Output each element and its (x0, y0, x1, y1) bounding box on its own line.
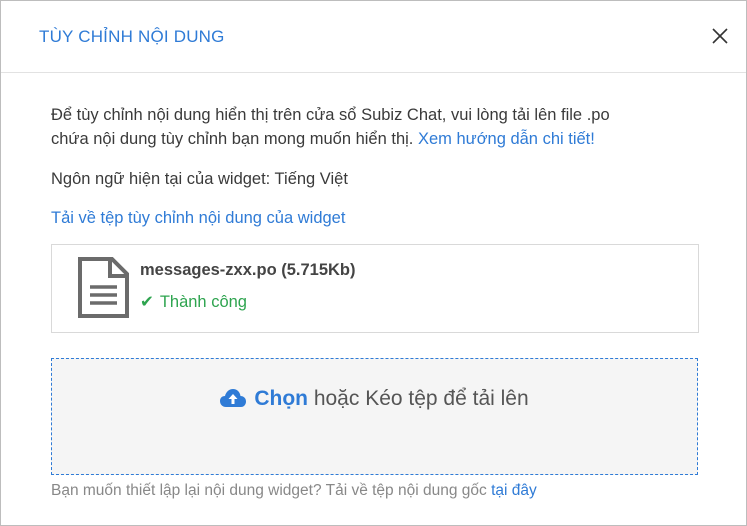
dropzone-prompt: Chọn hoặc Kéo tệp để tải lên (52, 387, 697, 414)
intro-line-2: chứa nội dung tùy chỉnh bạn mong muốn hi… (51, 130, 414, 148)
cloud-upload-icon (220, 388, 247, 414)
checkmark-icon: ✔ (140, 293, 154, 311)
uploaded-file-card: messages-zxx.po (5.715Kb) ✔ Thành công (51, 244, 699, 333)
file-dropzone[interactable]: Chọn hoặc Kéo tệp để tải lên (51, 358, 698, 475)
reset-hint-text: Bạn muốn thiết lập lại nội dung widget? … (51, 482, 487, 499)
file-name: messages-zxx.po (5.715Kb) (140, 261, 356, 279)
guide-link[interactable]: Xem hướng dẫn chi tiết! (418, 130, 595, 148)
download-custom-file-link[interactable]: Tải về tệp tùy chỉnh nội dung của widget (51, 206, 345, 230)
dropzone-hint: hoặc Kéo tệp để tải lên (313, 387, 529, 410)
upload-status-label: Thành công (159, 293, 247, 311)
dialog-title: TÙY CHỈNH NỘI DUNG (39, 27, 225, 46)
intro-text: Để tùy chỉnh nội dung hiển thị trên cửa … (51, 103, 610, 151)
reset-hint: Bạn muốn thiết lập lại nội dung widget? … (51, 482, 537, 500)
close-icon (712, 28, 728, 44)
download-original-link[interactable]: tại đây (491, 482, 537, 499)
intro-line-1: Để tùy chỉnh nội dung hiển thị trên cửa … (51, 106, 610, 124)
current-language: Ngôn ngữ hiện tại của widget: Tiếng Việt (51, 170, 348, 188)
choose-file-button[interactable]: Chọn (254, 387, 308, 410)
customize-content-dialog: TÙY CHỈNH NỘI DUNG Để tùy chỉnh nội dung… (0, 0, 747, 526)
close-button[interactable] (709, 25, 731, 47)
document-icon (76, 257, 130, 324)
upload-status: ✔ Thành công (140, 292, 247, 312)
dialog-header: TÙY CHỈNH NỘI DUNG (1, 1, 746, 73)
